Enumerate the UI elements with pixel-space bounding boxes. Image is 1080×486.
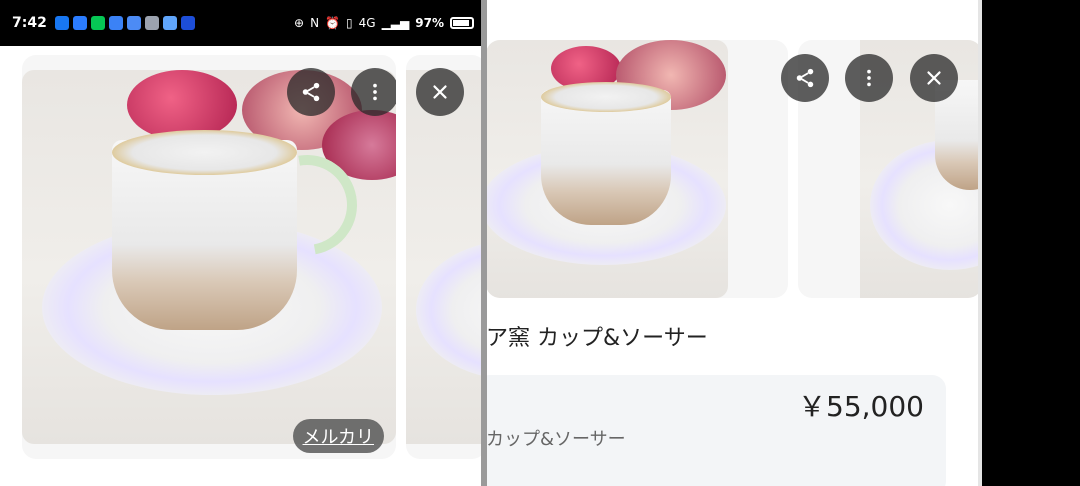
source-badge[interactable]: メルカリ bbox=[292, 419, 384, 453]
teacup-photo-partial[interactable] bbox=[406, 70, 486, 444]
pane-edge bbox=[978, 0, 982, 486]
share-button[interactable] bbox=[287, 68, 335, 116]
battery-percent: 97% bbox=[415, 16, 444, 30]
calendar-icon bbox=[162, 16, 177, 30]
photos-icon bbox=[180, 16, 195, 30]
teacup-rim bbox=[541, 82, 671, 112]
image-card[interactable]: メルカリ bbox=[22, 55, 396, 459]
signal-icon: ▁▃▅ bbox=[381, 16, 410, 30]
teacup-rim bbox=[112, 130, 297, 175]
status-time: 7:42 bbox=[12, 15, 47, 31]
facebook-icon bbox=[54, 16, 69, 30]
close-button[interactable] bbox=[416, 68, 464, 116]
more-options-button[interactable] bbox=[845, 54, 893, 102]
more-vert-icon bbox=[373, 83, 377, 101]
more-options-button[interactable] bbox=[351, 68, 396, 116]
battery-icon bbox=[450, 17, 474, 29]
gmail-icon bbox=[126, 16, 141, 30]
nfc-icon: N bbox=[310, 16, 320, 30]
chat-icon bbox=[108, 16, 123, 30]
image-card-partial[interactable] bbox=[406, 55, 486, 459]
instagram-icon bbox=[144, 16, 159, 30]
product-title: ア窯 カップ&ソーサー bbox=[486, 326, 708, 351]
status-right: ⊕ N ⏰ ▯ 4G ▁▃▅ 97% bbox=[294, 16, 474, 30]
right-app-pane: ア窯 カップ&ソーサー ￥55,000 カップ&ソーサー bbox=[486, 0, 982, 486]
product-subtitle: カップ&ソーサー bbox=[486, 429, 626, 450]
teacup-photo[interactable] bbox=[22, 70, 396, 444]
share-icon bbox=[302, 82, 320, 102]
share-button[interactable] bbox=[781, 54, 829, 102]
left-app-pane: 7:42 ⊕ N ⏰ ▯ 4G ▁▃▅ 97% メルカリ bbox=[0, 0, 486, 486]
alarm-icon: ⏰ bbox=[325, 16, 341, 30]
close-icon bbox=[433, 85, 447, 99]
product-price: ￥55,000 bbox=[798, 390, 924, 423]
status-bar: 7:42 ⊕ N ⏰ ▯ 4G ▁▃▅ 97% bbox=[0, 0, 486, 46]
messenger-icon bbox=[72, 16, 87, 30]
data-saver-icon: ⊕ bbox=[294, 16, 305, 30]
line-icon bbox=[90, 16, 105, 30]
network-label: 4G bbox=[358, 16, 376, 30]
close-button[interactable] bbox=[910, 54, 958, 102]
share-icon bbox=[796, 68, 814, 88]
more-vert-icon bbox=[867, 69, 871, 87]
teacup-photo-large[interactable] bbox=[486, 40, 728, 298]
image-card-large[interactable] bbox=[486, 40, 788, 298]
close-icon bbox=[927, 71, 941, 85]
notification-icons bbox=[54, 16, 195, 30]
vibrate-icon: ▯ bbox=[346, 16, 353, 30]
split-screen-divider[interactable] bbox=[481, 0, 487, 486]
